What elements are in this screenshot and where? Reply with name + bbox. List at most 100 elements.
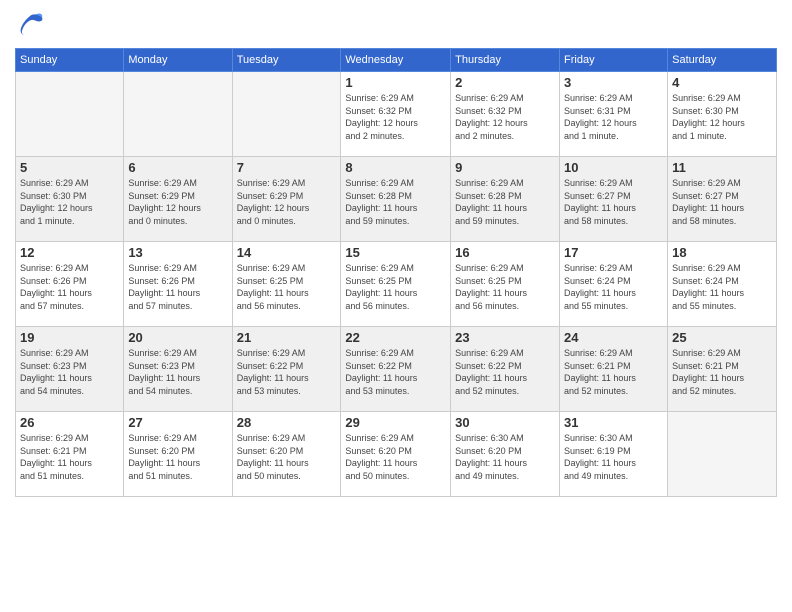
calendar-cell: 21 Sunrise: 6:29 AMSunset: 6:22 PMDayligh… [232,327,341,412]
day-number: 13 [128,245,227,260]
calendar-cell: 16 Sunrise: 6:29 AMSunset: 6:25 PMDayligh… [451,242,560,327]
calendar-cell: 20 Sunrise: 6:29 AMSunset: 6:23 PMDayligh… [124,327,232,412]
day-header-thursday: Thursday [451,49,560,72]
day-number: 15 [345,245,446,260]
calendar-cell: 25 Sunrise: 6:29 AMSunset: 6:21 PMDayligh… [668,327,777,412]
calendar-cell: 4Sunrise: 6:29 AMSunset: 6:30 PMDaylight… [668,72,777,157]
calendar-cell: 1 Sunrise: 6:29 AMSunset: 6:32 PMDaylight… [341,72,451,157]
day-number: 6 [128,160,227,175]
day-number: 8 [345,160,446,175]
day-info: Sunrise: 6:29 AMSunset: 6:20 PMDaylight:… [128,432,227,482]
day-info: Sunrise: 6:29 AMSunset: 6:22 PMDaylight:… [455,347,555,397]
calendar-week-row: 26 Sunrise: 6:29 AMSunset: 6:21 PMDayligh… [16,412,777,497]
day-info: Sunrise: 6:29 AMSunset: 6:31 PMDaylight:… [564,92,663,142]
calendar-cell: 9Sunrise: 6:29 AMSunset: 6:28 PMDaylight… [451,157,560,242]
calendar-cell: 11 Sunrise: 6:29 AMSunset: 6:27 PMDayligh… [668,157,777,242]
calendar-cell: 28 Sunrise: 6:29 AMSunset: 6:20 PMDayligh… [232,412,341,497]
day-info: Sunrise: 6:29 AMSunset: 6:26 PMDaylight:… [128,262,227,312]
day-number: 7 [237,160,337,175]
calendar-cell: 14 Sunrise: 6:29 AMSunset: 6:25 PMDayligh… [232,242,341,327]
calendar-cell: 26 Sunrise: 6:29 AMSunset: 6:21 PMDayligh… [16,412,124,497]
day-info: Sunrise: 6:29 AMSunset: 6:27 PMDaylight:… [564,177,663,227]
page: SundayMondayTuesdayWednesdayThursdayFrid… [0,0,792,612]
day-number: 14 [237,245,337,260]
day-info: Sunrise: 6:29 AMSunset: 6:30 PMDaylight:… [672,92,772,142]
day-number: 21 [237,330,337,345]
day-info: Sunrise: 6:30 AMSunset: 6:19 PMDaylight:… [564,432,663,482]
day-info: Sunrise: 6:29 AMSunset: 6:22 PMDaylight:… [237,347,337,397]
day-info: Sunrise: 6:29 AMSunset: 6:26 PMDaylight:… [20,262,119,312]
logo-icon [15,10,45,40]
day-number: 30 [455,415,555,430]
day-header-sunday: Sunday [16,49,124,72]
day-info: Sunrise: 6:29 AMSunset: 6:23 PMDaylight:… [128,347,227,397]
day-number: 22 [345,330,446,345]
day-number: 16 [455,245,555,260]
calendar-cell: 5 Sunrise: 6:29 AMSunset: 6:30 PMDaylight… [16,157,124,242]
day-number: 29 [345,415,446,430]
day-info: Sunrise: 6:29 AMSunset: 6:25 PMDaylight:… [237,262,337,312]
calendar-cell [16,72,124,157]
day-number: 24 [564,330,663,345]
calendar-cell [668,412,777,497]
day-number: 25 [672,330,772,345]
calendar-cell: 22 Sunrise: 6:29 AMSunset: 6:22 PMDayligh… [341,327,451,412]
day-info: Sunrise: 6:29 AMSunset: 6:24 PMDaylight:… [672,262,772,312]
day-number: 1 [345,75,446,90]
calendar-cell: 7 Sunrise: 6:29 AMSunset: 6:29 PMDaylight… [232,157,341,242]
day-number: 26 [20,415,119,430]
day-number: 31 [564,415,663,430]
day-header-friday: Friday [560,49,668,72]
day-number: 28 [237,415,337,430]
day-info: Sunrise: 6:29 AMSunset: 6:32 PMDaylight:… [345,92,446,142]
header [15,10,777,40]
day-info: Sunrise: 6:29 AMSunset: 6:20 PMDaylight:… [345,432,446,482]
day-info: Sunrise: 6:29 AMSunset: 6:25 PMDaylight:… [455,262,555,312]
day-header-tuesday: Tuesday [232,49,341,72]
calendar-cell: 17Sunrise: 6:29 AMSunset: 6:24 PMDayligh… [560,242,668,327]
day-info: Sunrise: 6:29 AMSunset: 6:20 PMDaylight:… [237,432,337,482]
day-info: Sunrise: 6:29 AMSunset: 6:27 PMDaylight:… [672,177,772,227]
day-number: 10 [564,160,663,175]
day-info: Sunrise: 6:29 AMSunset: 6:29 PMDaylight:… [237,177,337,227]
day-number: 5 [20,160,119,175]
calendar-cell: 13 Sunrise: 6:29 AMSunset: 6:26 PMDayligh… [124,242,232,327]
calendar-cell: 31 Sunrise: 6:30 AMSunset: 6:19 PMDayligh… [560,412,668,497]
logo [15,10,49,40]
calendar-cell: 15 Sunrise: 6:29 AMSunset: 6:25 PMDayligh… [341,242,451,327]
day-number: 2 [455,75,555,90]
calendar-cell: 12 Sunrise: 6:29 AMSunset: 6:26 PMDayligh… [16,242,124,327]
day-number: 3 [564,75,663,90]
day-info: Sunrise: 6:29 AMSunset: 6:21 PMDaylight:… [20,432,119,482]
calendar-cell: 29 Sunrise: 6:29 AMSunset: 6:20 PMDayligh… [341,412,451,497]
calendar-cell: 23 Sunrise: 6:29 AMSunset: 6:22 PMDayligh… [451,327,560,412]
calendar-header-row: SundayMondayTuesdayWednesdayThursdayFrid… [16,49,777,72]
calendar-cell: 2Sunrise: 6:29 AMSunset: 6:32 PMDaylight… [451,72,560,157]
day-info: Sunrise: 6:29 AMSunset: 6:22 PMDaylight:… [345,347,446,397]
day-number: 12 [20,245,119,260]
calendar-cell: 27 Sunrise: 6:29 AMSunset: 6:20 PMDayligh… [124,412,232,497]
calendar-cell: 24Sunrise: 6:29 AMSunset: 6:21 PMDayligh… [560,327,668,412]
day-info: Sunrise: 6:29 AMSunset: 6:23 PMDaylight:… [20,347,119,397]
calendar-week-row: 5 Sunrise: 6:29 AMSunset: 6:30 PMDaylight… [16,157,777,242]
day-info: Sunrise: 6:29 AMSunset: 6:25 PMDaylight:… [345,262,446,312]
day-info: Sunrise: 6:29 AMSunset: 6:21 PMDaylight:… [672,347,772,397]
day-number: 20 [128,330,227,345]
calendar-cell: 3 Sunrise: 6:29 AMSunset: 6:31 PMDaylight… [560,72,668,157]
day-number: 27 [128,415,227,430]
day-number: 11 [672,160,772,175]
calendar-cell: 18Sunrise: 6:29 AMSunset: 6:24 PMDayligh… [668,242,777,327]
day-number: 23 [455,330,555,345]
calendar-cell: 19 Sunrise: 6:29 AMSunset: 6:23 PMDayligh… [16,327,124,412]
day-info: Sunrise: 6:29 AMSunset: 6:30 PMDaylight:… [20,177,119,227]
day-info: Sunrise: 6:29 AMSunset: 6:28 PMDaylight:… [455,177,555,227]
calendar-cell: 10 Sunrise: 6:29 AMSunset: 6:27 PMDayligh… [560,157,668,242]
day-number: 19 [20,330,119,345]
calendar-cell [124,72,232,157]
day-info: Sunrise: 6:29 AMSunset: 6:29 PMDaylight:… [128,177,227,227]
day-info: Sunrise: 6:30 AMSunset: 6:20 PMDaylight:… [455,432,555,482]
calendar-week-row: 1 Sunrise: 6:29 AMSunset: 6:32 PMDaylight… [16,72,777,157]
calendar-week-row: 19 Sunrise: 6:29 AMSunset: 6:23 PMDayligh… [16,327,777,412]
day-header-saturday: Saturday [668,49,777,72]
day-header-wednesday: Wednesday [341,49,451,72]
